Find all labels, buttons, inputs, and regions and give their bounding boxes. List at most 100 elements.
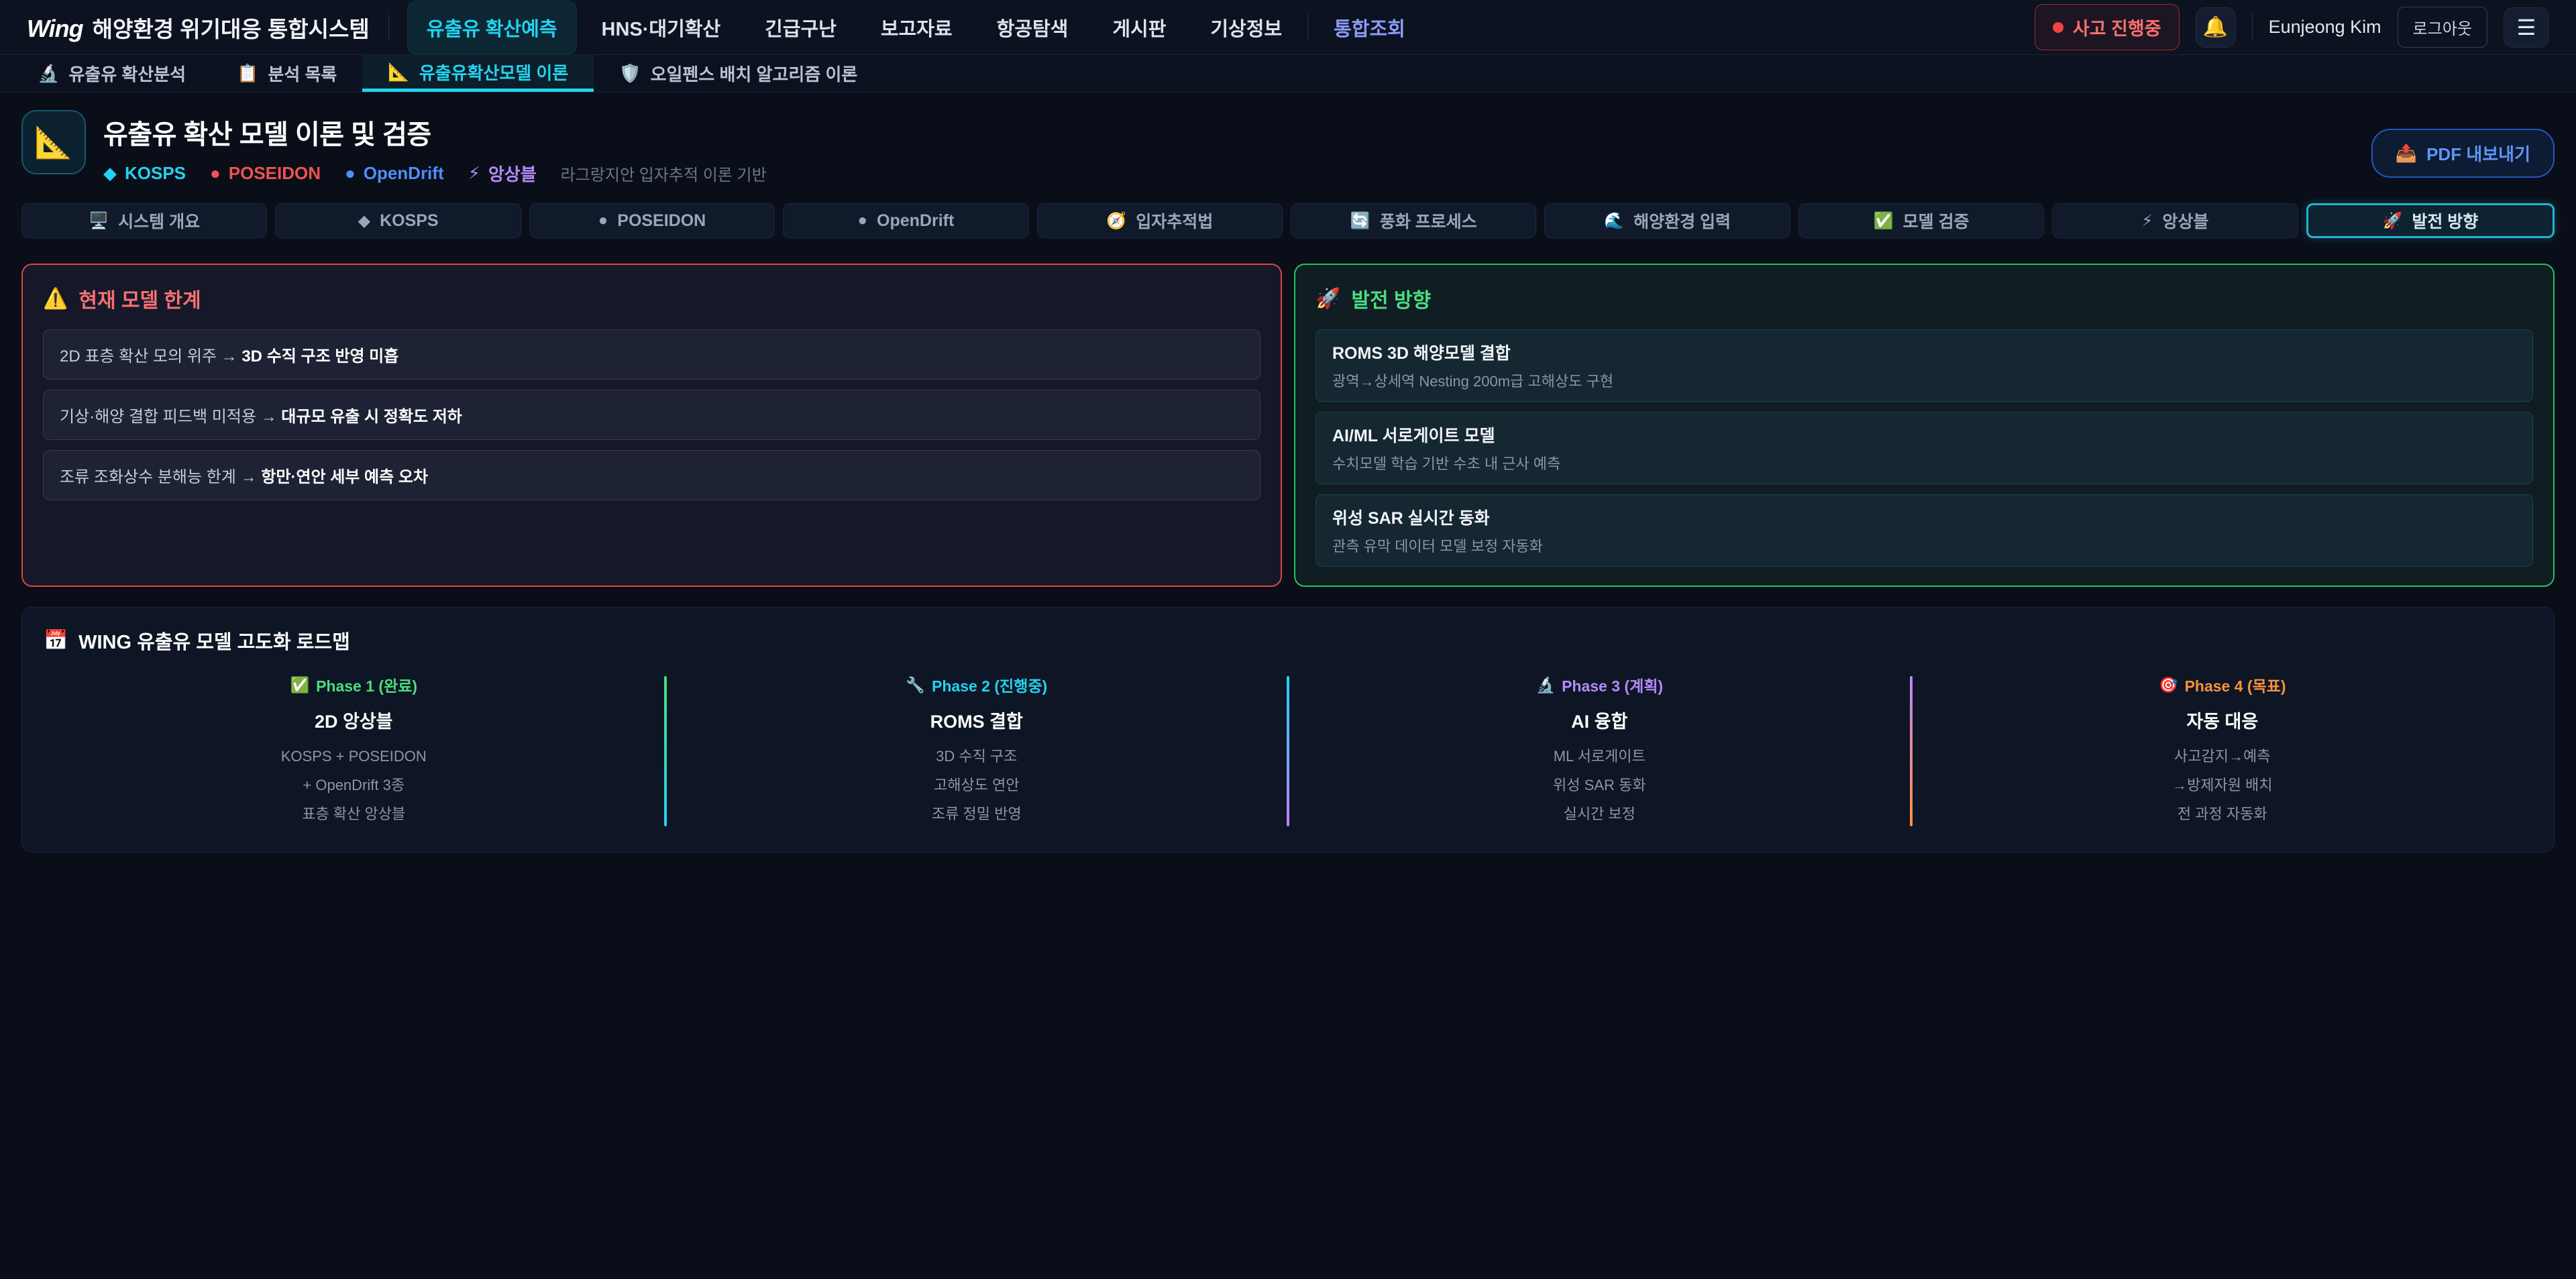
subtab-spill-model-theory[interactable]: 📐 유출유확산모델 이론 <box>362 55 594 92</box>
tab-particle-tracking[interactable]: 🧭 입자추적법 <box>1037 203 1283 238</box>
future-item-desc: 광역→상세역 Nesting 200m급 고해상도 구현 <box>1332 370 2516 391</box>
limitation-strong-text: 항만·연안 세부 예측 오차 <box>261 468 428 486</box>
tab-label: 발전 방향 <box>2412 209 2478 233</box>
incident-status-badge[interactable]: 사고 진행중 <box>2035 4 2180 50</box>
target-icon: 🎯 <box>2159 676 2178 694</box>
subtab-label: 유출유확산모델 이론 <box>419 60 569 85</box>
triangle-ruler-icon: 📐 <box>388 62 409 82</box>
page-title-icon-box: 📐 <box>21 110 86 174</box>
red-circle-icon: ● <box>598 211 608 230</box>
tab-label: KOSPS <box>380 211 439 231</box>
tab-ensemble[interactable]: ⚡ 앙상블 <box>2052 203 2298 238</box>
phase-line: 실시간 보정 <box>1289 800 1910 829</box>
future-item-title: ROMS 3D 해양모델 결합 <box>1332 340 2516 364</box>
logo-mark: Wing <box>27 15 83 43</box>
tab-label: 풍화 프로세스 <box>1380 209 1477 233</box>
subtab-analysis-list[interactable]: 📋 분석 목록 <box>211 55 362 92</box>
roadmap-phase-3: 🔬 Phase 3 (계획) AI 융합 ML 서로게이트 위성 SAR 동화 … <box>1289 673 1910 829</box>
subtab-label: 오일펜스 배치 알고리즘 이론 <box>651 61 858 86</box>
subtab-spill-analysis[interactable]: 🔬 유출유 확산분석 <box>12 55 211 92</box>
phase-badge-label: Phase 1 (완료) <box>316 673 417 696</box>
badge-label: KOSPS <box>125 163 186 184</box>
nav-item-hns-atmospheric[interactable]: HNS·대기확산 <box>583 1 740 54</box>
nav-item-board[interactable]: 게시판 <box>1093 1 1185 54</box>
cycle-icon: 🔄 <box>1350 211 1371 231</box>
tab-opendrift[interactable]: ● OpenDrift <box>783 203 1028 238</box>
wave-icon: 🌊 <box>1604 211 1624 231</box>
phase-line: 3D 수직 구조 <box>667 742 1287 771</box>
phase-line: 고해상도 연안 <box>667 771 1287 800</box>
phase-line: KOSPS + POSEIDON <box>44 742 664 771</box>
future-item-desc: 관측 유막 데이터 모델 보정 자동화 <box>1332 535 2516 556</box>
future-title: 발전 방향 <box>1351 284 1431 313</box>
roadmap-title-row: 📅 WING 유출유 모델 고도화 로드맵 <box>44 626 2532 655</box>
monitor-icon: 🖥️ <box>89 211 109 231</box>
current-limitations-panel: ⚠️ 현재 모델 한계 2D 표층 확산 모의 위주 → 3D 수직 구조 반영… <box>21 264 1282 587</box>
future-list: ROMS 3D 해양모델 결합 광역→상세역 Nesting 200m급 고해상… <box>1316 329 2533 567</box>
phase-line: 사고감지→예측 <box>1913 742 2533 771</box>
nav-item-integrated-search[interactable]: 통합조회 <box>1315 1 1424 54</box>
phase-badge: 🎯 Phase 4 (목표) <box>1913 673 2533 696</box>
blue-circle-icon: ● <box>345 163 356 184</box>
title-block: 유출유 확산 모델 이론 및 검증 ◆ KOSPS ● POSEIDON ● O… <box>103 110 767 186</box>
limitations-list: 2D 표층 확산 모의 위주 → 3D 수직 구조 반영 미흡 기상·해양 결합… <box>43 329 1260 500</box>
tab-weathering-process[interactable]: 🔄 풍화 프로세스 <box>1291 203 1536 238</box>
nav-item-oil-spill-forecast[interactable]: 유출유 확산예측 <box>408 1 576 54</box>
tab-ocean-env-input[interactable]: 🌊 해양환경 입력 <box>1544 203 1790 238</box>
phase-badge-label: Phase 2 (진행중) <box>932 673 1047 696</box>
pdf-export-label: PDF 내보내기 <box>2426 141 2530 166</box>
warning-icon: ⚠️ <box>43 287 68 311</box>
phase-title: 2D 앙상블 <box>44 707 664 733</box>
future-title-row: 🚀 발전 방향 <box>1316 284 2533 313</box>
shield-icon: 🛡️ <box>619 63 641 84</box>
tab-label: 앙상블 <box>2162 209 2208 233</box>
diamond-icon: ◆ <box>103 163 117 184</box>
phase-badge: ✅ Phase 1 (완료) <box>44 673 664 696</box>
badge-poseidon: ● POSEIDON <box>210 163 321 184</box>
future-item-title: AI/ML 서로게이트 모델 <box>1332 423 2516 447</box>
tab-kosps[interactable]: ◆ KOSPS <box>275 203 521 238</box>
tab-development-direction[interactable]: 🚀 발전 방향 <box>2306 203 2555 238</box>
tab-label: OpenDrift <box>877 211 954 231</box>
incident-dot-icon <box>2053 22 2063 33</box>
nav-item-emergency-rescue[interactable]: 긴급구난 <box>746 1 855 54</box>
roadmap-panel: 📅 WING 유출유 모델 고도화 로드맵 ✅ Phase 1 (완료) 2D … <box>21 607 2555 852</box>
phase-title: ROMS 결합 <box>667 707 1287 733</box>
diamond-icon: ◆ <box>358 211 370 231</box>
limitation-item: 기상·해양 결합 피드백 미적용 → 대규모 유출 시 정확도 저하 <box>43 390 1260 440</box>
subtab-label: 분석 목록 <box>268 61 337 86</box>
incident-label: 사고 진행중 <box>2073 14 2161 40</box>
notification-bell-button[interactable]: 🔔 <box>2196 7 2236 48</box>
divider <box>1307 14 1308 41</box>
navbar-right: 사고 진행중 🔔 Eunjeong Kim 로그아웃 ☰ <box>2035 4 2549 50</box>
check-icon: ✅ <box>290 676 309 694</box>
nav-item-aerial-search[interactable]: 항공탐색 <box>978 1 1087 54</box>
phase-badge: 🔬 Phase 3 (계획) <box>1289 673 1910 696</box>
roadmap-title: WING 유출유 모델 고도화 로드맵 <box>78 626 350 655</box>
badge-opendrift: ● OpenDrift <box>345 163 444 184</box>
pdf-export-button[interactable]: 📤 PDF 내보내기 <box>2371 129 2555 178</box>
clipboard-icon: 📋 <box>237 63 258 84</box>
nav-item-weather-info[interactable]: 기상정보 <box>1191 1 1301 54</box>
tab-label: 시스템 개요 <box>118 209 200 233</box>
phase-title: 자동 대응 <box>1913 707 2533 733</box>
limitation-item: 2D 표층 확산 모의 위주 → 3D 수직 구조 반영 미흡 <box>43 329 1260 380</box>
roadmap-phase-2: 🔧 Phase 2 (진행중) ROMS 결합 3D 수직 구조 고해상도 연안… <box>667 673 1287 829</box>
hamburger-menu-button[interactable]: ☰ <box>2504 7 2549 48</box>
sub-tab-bar: 🔬 유출유 확산분석 📋 분석 목록 📐 유출유확산모델 이론 🛡️ 오일펜스 … <box>0 55 2576 93</box>
microscope-icon: 🔬 <box>38 63 59 84</box>
tab-label: 해양환경 입력 <box>1633 209 1731 233</box>
subtab-boom-algorithm-theory[interactable]: 🛡️ 오일펜스 배치 알고리즘 이론 <box>594 55 883 92</box>
phase-badge: 🔧 Phase 2 (진행중) <box>667 673 1287 696</box>
nav-item-reports[interactable]: 보고자료 <box>862 1 971 54</box>
export-icon: 📤 <box>2396 143 2417 164</box>
page-header: 📐 유출유 확산 모델 이론 및 검증 ◆ KOSPS ● POSEIDON ●… <box>0 93 2576 186</box>
model-badge-row: ◆ KOSPS ● POSEIDON ● OpenDrift ⚡ 앙상블 라그랑… <box>103 161 767 186</box>
tab-model-validation[interactable]: ✅ 모델 검증 <box>1799 203 2044 238</box>
logout-button[interactable]: 로그아웃 <box>2398 7 2487 48</box>
tab-system-overview[interactable]: 🖥️ 시스템 개요 <box>21 203 267 238</box>
tab-poseidon[interactable]: ● POSEIDON <box>529 203 775 238</box>
tab-label: 모델 검증 <box>1903 209 1970 233</box>
page-subtitle: 라그랑지안 입자추적 이론 기반 <box>561 162 767 185</box>
roadmap-phase-1: ✅ Phase 1 (완료) 2D 앙상블 KOSPS + POSEIDON +… <box>44 673 664 829</box>
